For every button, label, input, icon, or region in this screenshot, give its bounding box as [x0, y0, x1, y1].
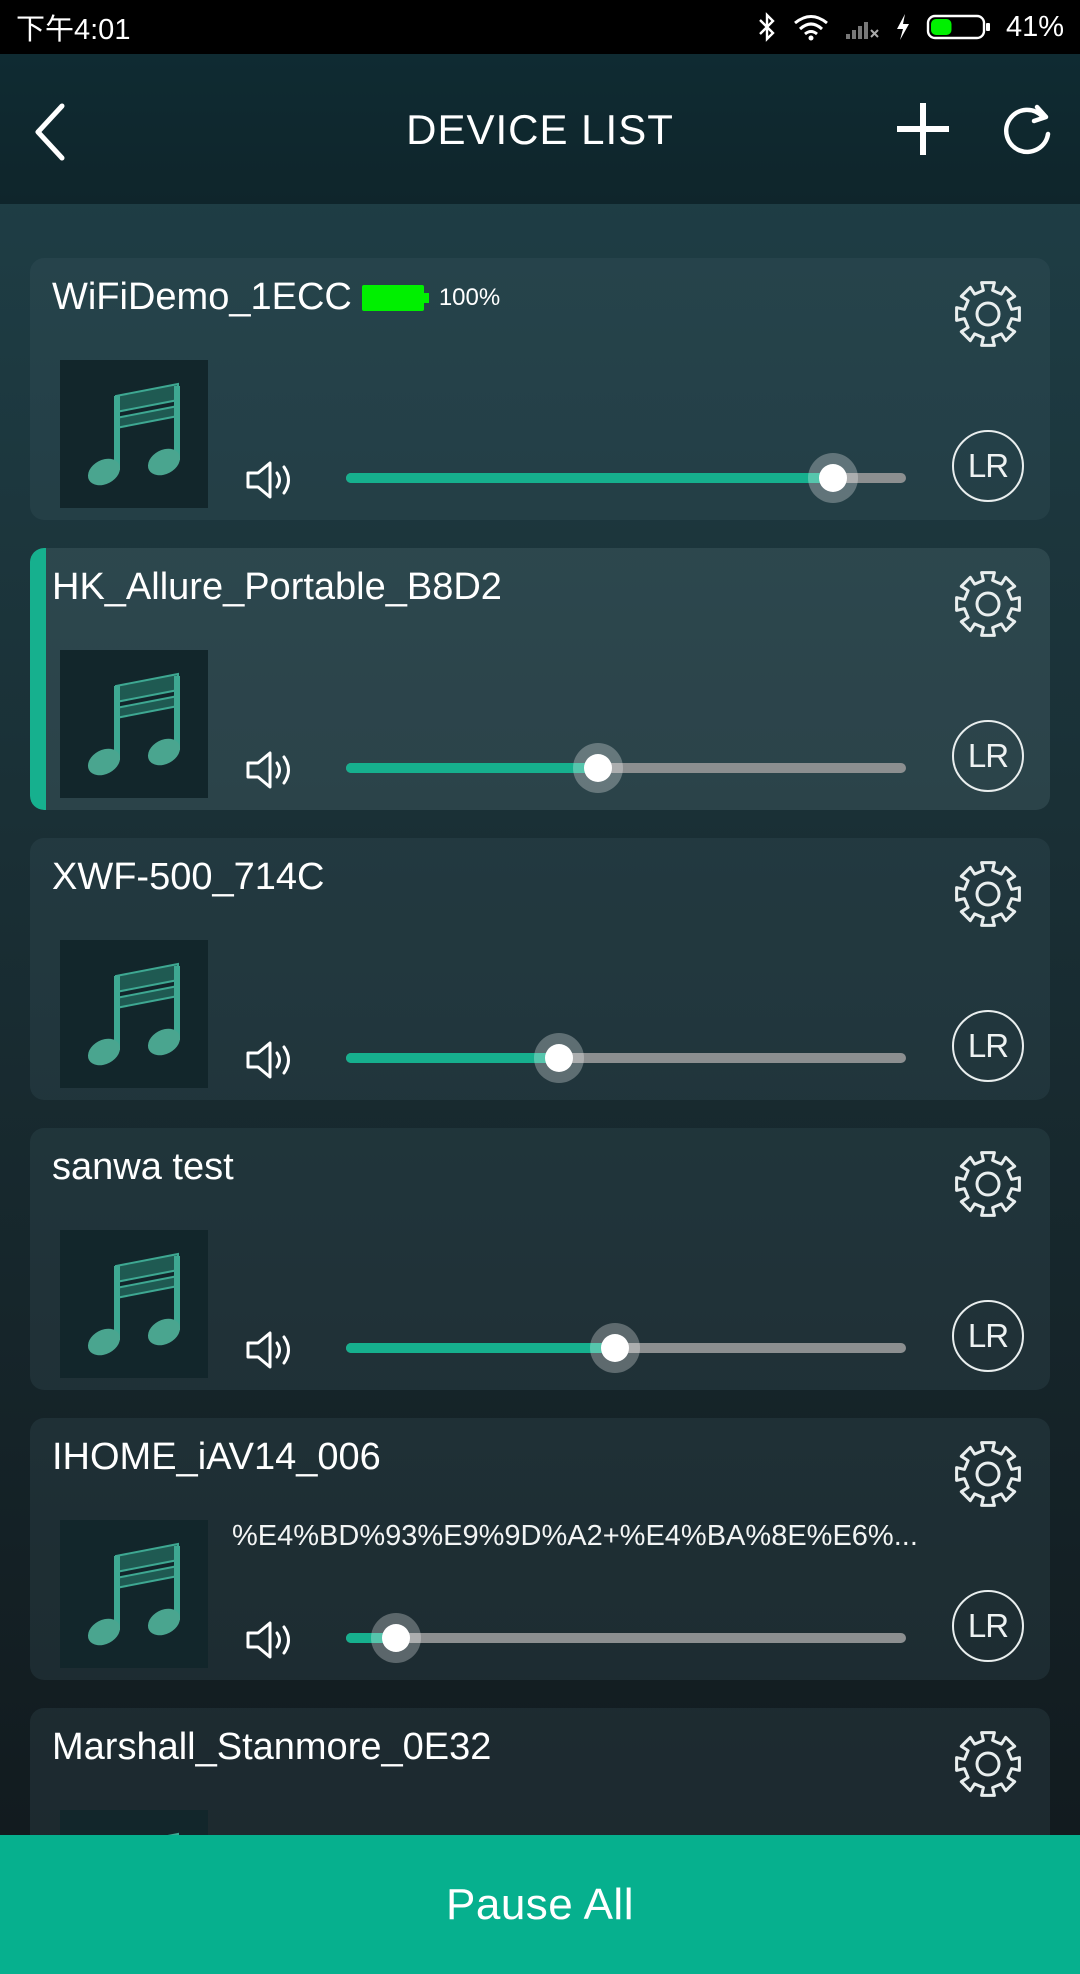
lr-channel-button[interactable]: LR [952, 1590, 1024, 1662]
device-name-row: XWF-500_714C [52, 856, 324, 899]
volume-fill [346, 473, 834, 483]
gear-icon[interactable] [950, 1436, 1026, 1512]
device-name: sanwa test [52, 1146, 234, 1188]
wifi-icon [794, 15, 828, 41]
lr-channel-button[interactable]: LR [952, 1300, 1024, 1372]
status-time: 下午4:01 [16, 14, 131, 46]
lr-channel-button[interactable]: LR [952, 430, 1024, 502]
device-name-row: IHOME_iAV14_006 [52, 1436, 381, 1479]
device-name: XWF-500_714C [52, 856, 325, 898]
device-name-row: HK_Allure_Portable_B8D2 [52, 566, 502, 609]
battery-icon [361, 284, 424, 311]
speaker-icon[interactable] [244, 458, 304, 502]
device-name: IHOME_iAV14_006 [52, 1436, 381, 1478]
device-name-row: Marshall_Stanmore_0E32 [52, 1726, 491, 1769]
charging-icon [896, 14, 909, 40]
volume-slider[interactable] [346, 1613, 906, 1663]
device-card[interactable]: WiFiDemo_1ECC 100% LR [30, 258, 1050, 520]
volume-fill [346, 1343, 615, 1353]
volume-thumb[interactable] [371, 1613, 422, 1663]
volume-thumb[interactable] [589, 1323, 640, 1373]
device-card[interactable]: sanwa test LR [30, 1128, 1050, 1390]
gear-icon[interactable] [950, 276, 1026, 352]
device-name: HK_Allure_Portable_B8D2 [52, 566, 502, 608]
music-note-icon [87, 672, 181, 776]
battery-icon [926, 14, 990, 40]
device-name-row: sanwa test [52, 1146, 234, 1189]
album-art[interactable] [60, 1810, 208, 1835]
volume-slider[interactable] [346, 1033, 906, 1083]
status-bar: 下午4:01 41% [0, 0, 1080, 54]
music-note-icon [87, 962, 181, 1066]
speaker-icon[interactable] [244, 1038, 304, 1082]
status-icons: 41% [756, 11, 1064, 44]
plus-icon [897, 103, 949, 155]
speaker-icon[interactable] [244, 1618, 304, 1662]
album-art[interactable] [60, 1520, 208, 1668]
selected-indicator [30, 548, 46, 810]
now-playing-title: %E4%BD%93%E9%9D%A2+%E4%BA%8E%E6%... [232, 1520, 918, 1552]
battery-tip [423, 292, 429, 303]
lr-channel-button[interactable]: LR [952, 1010, 1024, 1082]
music-note-icon [167, 1832, 179, 1835]
volume-track [346, 1633, 906, 1643]
device-battery-percent: 100% [438, 283, 501, 311]
cellular-signal-icon [845, 22, 879, 39]
music-note-icon [87, 1542, 181, 1646]
volume-thumb[interactable] [533, 1033, 584, 1083]
volume-slider[interactable] [346, 453, 906, 503]
volume-thumb[interactable] [808, 453, 859, 503]
refresh-icon [1004, 104, 1051, 155]
speaker-icon[interactable] [244, 748, 304, 792]
add-device-button[interactable] [890, 96, 956, 162]
pause-all-button[interactable]: Pause All [0, 1835, 1080, 1974]
album-art[interactable] [60, 1230, 208, 1378]
lr-channel-button[interactable]: LR [952, 720, 1024, 792]
gear-icon[interactable] [950, 856, 1026, 932]
header: DEVICE LIST [0, 54, 1080, 204]
device-card[interactable]: XWF-500_714C LR [30, 838, 1050, 1100]
gear-icon[interactable] [950, 566, 1026, 642]
device-name: WiFiDemo_1ECC [52, 276, 352, 318]
music-note-icon [87, 382, 181, 486]
device-battery: 100% [361, 283, 501, 312]
refresh-button[interactable] [994, 98, 1060, 164]
gear-icon[interactable] [950, 1146, 1026, 1222]
album-art[interactable] [60, 940, 208, 1088]
device-list[interactable]: WiFiDemo_1ECC 100% LR HK_Allure_Portable_B8… [0, 204, 1080, 1835]
volume-fill [346, 1053, 559, 1063]
volume-slider[interactable] [346, 743, 906, 793]
device-name: Marshall_Stanmore_0E32 [52, 1726, 492, 1768]
speaker-icon[interactable] [244, 1328, 304, 1372]
device-card[interactable]: Marshall_Stanmore_0E32LR [30, 1708, 1050, 1835]
album-art[interactable] [60, 650, 208, 798]
device-list-screen: DEVICE LIST WiFiDemo_1ECC 100% LR HK_Allure… [0, 54, 1080, 1974]
device-name-row: WiFiDemo_1ECC 100% [52, 276, 500, 319]
volume-fill [346, 763, 598, 773]
album-art[interactable] [60, 360, 208, 508]
volume-slider[interactable] [346, 1323, 906, 1373]
bluetooth-icon [759, 12, 775, 42]
device-card[interactable]: IHOME_iAV14_006 %E4%BD%93%E9%9D%A2+%E4%BA… [30, 1418, 1050, 1680]
music-note-icon [87, 1252, 181, 1356]
volume-thumb[interactable] [573, 743, 623, 793]
device-card[interactable]: HK_Allure_Portable_B8D2 LR [30, 548, 1050, 810]
gear-icon[interactable] [950, 1726, 1026, 1802]
status-battery-percent: 41% [1005, 10, 1064, 43]
